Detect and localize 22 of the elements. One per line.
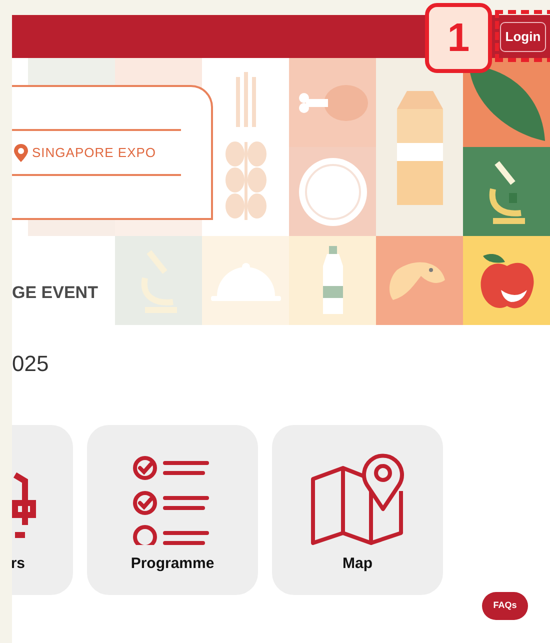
bottle-icon [322,246,342,314]
annotation-highlight-box [495,10,550,62]
login-button[interactable]: Login [500,22,546,52]
shrimp-icon [389,262,444,300]
milk-carton-icon [396,91,442,205]
tile-label: rs [12,554,25,574]
location-pin-icon [14,144,28,162]
venue-text: SINGAPORE EXPO [32,144,156,162]
page-title: 025 [12,351,50,378]
tile-label: Programme [130,554,214,574]
menu-tile[interactable]: rs [12,425,73,596]
menu-tile[interactable]: Programme [87,425,258,596]
event-tagline: GE EVENT [12,282,98,304]
plate-icon [298,158,366,226]
menu-tile[interactable]: Map [272,425,443,596]
annotation-number: 1 [425,3,492,73]
drumstick-icon [298,84,368,120]
wheat-icon [225,72,266,220]
tile-label: Map [342,554,372,574]
apple-icon [480,254,534,308]
microscope-icon [488,160,524,224]
cloche-icon [210,262,280,300]
